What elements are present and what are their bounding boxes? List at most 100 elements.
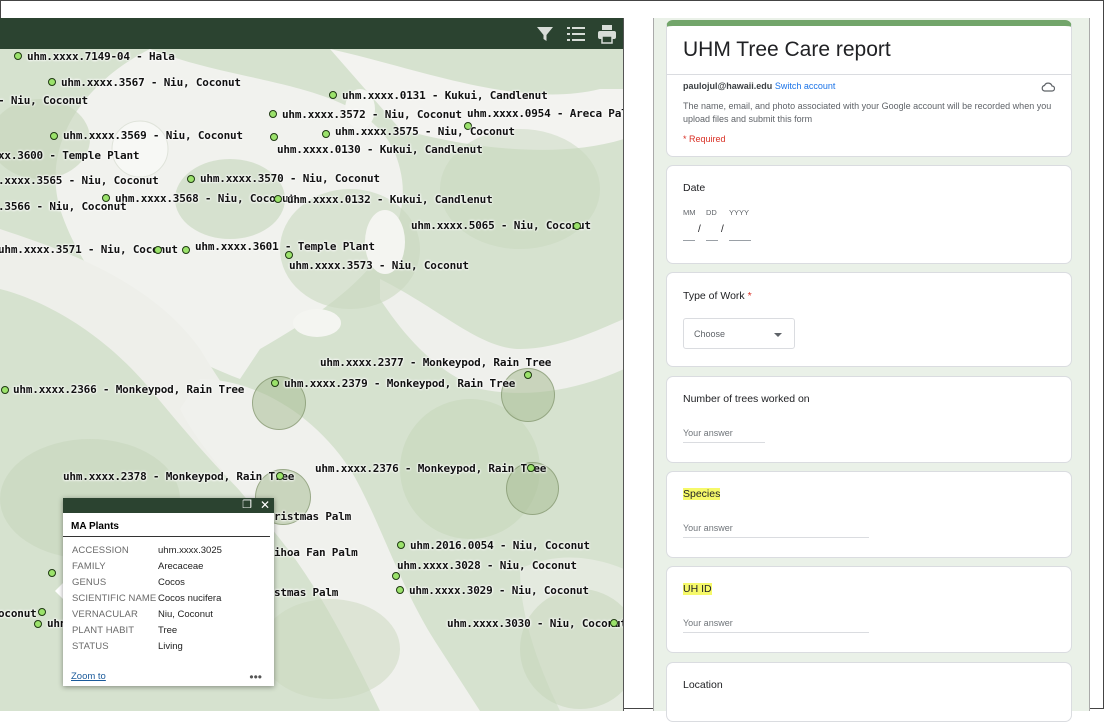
required-note: * Required — [683, 134, 726, 144]
close-icon[interactable]: ✕ — [260, 498, 270, 513]
tree-marker[interactable] — [322, 130, 330, 138]
popup-row: SCIENTIFIC NAME Cocos nucifera — [63, 591, 274, 607]
species-label: Species — [683, 488, 721, 500]
tree-marker[interactable] — [14, 52, 22, 60]
popup-pointer — [55, 583, 63, 599]
tree-marker-selected[interactable] — [48, 569, 56, 577]
tree-marker[interactable] — [48, 78, 56, 86]
tree-marker[interactable] — [329, 91, 337, 99]
date-day-input[interactable] — [706, 224, 718, 241]
popup-row-key: FAMILY — [72, 561, 106, 572]
tree-marker[interactable] — [524, 371, 532, 379]
tree-marker[interactable] — [396, 586, 404, 594]
tree-label: uhm.xxxx.3572 - Niu, Coconut — [282, 108, 462, 121]
popup-row-key: SCIENTIFIC NAME — [72, 593, 157, 604]
popup-row: VERNACULAR Niu, Coconut — [63, 607, 274, 623]
tree-label: - Niu, Coconut — [0, 94, 88, 107]
tree-label: uhm.xxxx.0132 - Kukui, Candlenut — [287, 193, 493, 206]
tree-label: ihoa Fan Palm — [274, 546, 358, 559]
tree-label: uhm.xxxx.7149-04 - Hala — [27, 50, 175, 63]
zoom-to-link[interactable]: Zoom to — [71, 671, 106, 682]
tree-marker[interactable] — [276, 472, 284, 480]
tree-label: uhm.xxxx.0954 - Areca Palm — [467, 107, 624, 120]
tree-marker[interactable] — [187, 175, 195, 183]
tree-marker[interactable] — [154, 246, 162, 254]
map-toolbar — [0, 18, 623, 49]
tree-label: uhm.xxxx.3575 - Niu, Coconut — [335, 125, 515, 138]
tree-label: uhm.xxxx.2377 - Monkeypod, Rain Tree — [320, 356, 552, 369]
tree-marker[interactable] — [34, 620, 42, 628]
filter-icon[interactable] — [534, 23, 556, 45]
maximize-icon[interactable]: ❐ — [242, 498, 252, 513]
switch-account-link[interactable]: Switch account — [775, 81, 836, 91]
uh-id-input[interactable]: Your answer — [683, 618, 869, 633]
popup-row-value: Cocos — [158, 577, 185, 588]
popup-row-key: STATUS — [72, 641, 109, 652]
tree-label: uhm.xxxx.3568 - Niu, Coconut — [115, 192, 295, 205]
tree-marker[interactable] — [269, 110, 277, 118]
tree-label: ristmas Palm — [274, 510, 352, 523]
tree-label: xx.3600 - Temple Plant — [0, 149, 140, 162]
cloud-save-icon — [1041, 82, 1055, 92]
trees-worked-label: Number of trees worked on — [683, 393, 810, 405]
feature-popup: ❐ ✕ MA Plants ACCESSION uhm.xxxx.3025 FAM… — [63, 498, 274, 686]
type-of-work-label-text: Type of Work — [683, 290, 745, 302]
trees-worked-card: Number of trees worked on Your answer — [666, 376, 1072, 463]
date-month-input[interactable] — [683, 224, 695, 241]
privacy-notice: The name, email, and photo associated wi… — [683, 101, 1052, 124]
print-icon[interactable] — [596, 23, 618, 45]
tree-label: uhm.xxxx.0130 - Kukui, Candlenut — [277, 143, 483, 156]
account-email: paulojul@hawaii.edu — [683, 81, 773, 91]
tree-label: uhm.xxxx.5065 - Niu, Coconut — [411, 219, 591, 232]
tree-marker[interactable] — [271, 379, 279, 387]
uh-id-label-text: UH ID — [683, 583, 712, 595]
type-of-work-card: Type of Work * Choose — [666, 272, 1072, 367]
species-label-text: Species — [683, 488, 721, 500]
tree-label: uhm.xxxx.2376 - Monkeypod, Rain Tree — [315, 462, 547, 475]
popup-row-key: VERNACULAR — [72, 609, 138, 620]
tree-marker[interactable] — [182, 246, 190, 254]
date-separator: / — [721, 224, 724, 235]
tree-label: uhm.xxxx.3571 - Niu, Coconut — [0, 243, 178, 256]
tree-label: .3566 - Niu, Coconut — [0, 200, 127, 213]
tree-label: .xxxx.3565 - Niu, Coconut — [0, 174, 159, 187]
tree-marker[interactable] — [50, 132, 58, 140]
popup-row: STATUS Living — [63, 639, 274, 655]
tree-label: stmas Palm — [274, 586, 339, 599]
tree-marker[interactable] — [397, 541, 405, 549]
uh-id-card: UH ID Your answer — [666, 566, 1072, 653]
account-line: paulojul@hawaii.edu Switch account — [683, 81, 835, 91]
map-panel[interactable]: uhm.xxxx.7149-04 - Hala uhm.xxxx.3567 - … — [0, 18, 624, 711]
popup-row-value: Cocos nucifera — [158, 593, 222, 604]
tree-marker[interactable] — [573, 222, 581, 230]
popup-row-value: Arecaceae — [158, 561, 204, 572]
location-label: Location — [683, 679, 723, 691]
form-title: UHM Tree Care report — [683, 38, 891, 61]
popup-title: MA Plants — [63, 513, 270, 537]
date-year-input[interactable] — [729, 224, 751, 241]
date-dd-hint: DD — [706, 208, 717, 217]
tree-marker[interactable] — [270, 133, 278, 141]
location-card: Location — [666, 662, 1072, 722]
tree-label: uhm.xxxx.3570 - Niu, Coconut — [200, 172, 380, 185]
uh-id-label: UH ID — [683, 583, 712, 595]
tree-label: uhm.xxxx.2366 - Monkeypod, Rain Tree — [13, 383, 245, 396]
tree-marker[interactable] — [527, 464, 535, 472]
tree-marker[interactable] — [610, 619, 618, 627]
more-options-icon[interactable]: ••• — [249, 670, 262, 684]
tree-label: uhm.xxxx.3030 - Niu, Coconut — [447, 617, 624, 630]
tree-marker[interactable] — [285, 251, 293, 259]
tree-label: uhm.xxxx.3028 - Niu, Coconut — [397, 559, 577, 572]
type-of-work-select[interactable]: Choose — [683, 318, 795, 349]
tree-marker[interactable] — [38, 608, 46, 616]
tree-marker[interactable] — [1, 386, 9, 394]
tree-marker[interactable] — [392, 572, 400, 580]
trees-worked-input[interactable]: Your answer — [683, 428, 765, 443]
popup-row: ACCESSION uhm.xxxx.3025 — [63, 543, 274, 559]
tree-marker[interactable] — [274, 195, 282, 203]
legend-list-icon[interactable] — [565, 23, 587, 45]
required-mark: * — [747, 290, 752, 302]
date-yyyy-hint: YYYY — [729, 208, 750, 217]
species-input[interactable]: Your answer — [683, 523, 869, 538]
date-mm-hint: MM — [683, 208, 696, 217]
